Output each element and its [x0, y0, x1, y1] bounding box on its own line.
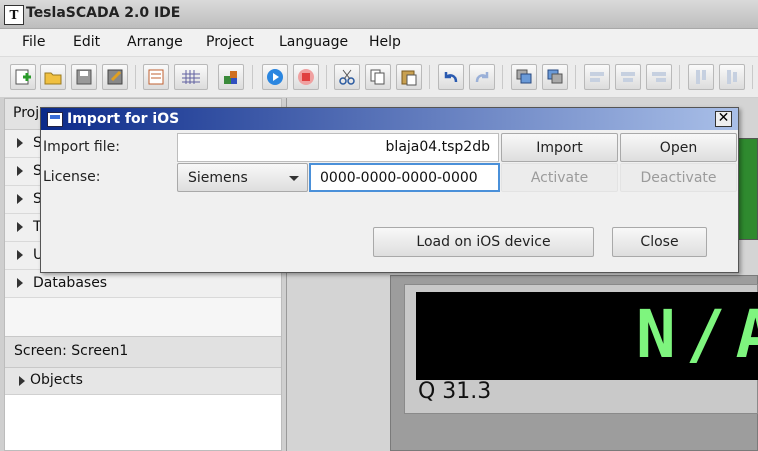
import-button[interactable]: Import — [501, 133, 618, 162]
align-middle-icon[interactable] — [719, 64, 745, 90]
import-ios-dialog: Import for iOS ✕ Import file: blaja04.ts… — [40, 107, 739, 273]
canvas-green-widget[interactable] — [738, 138, 758, 240]
new-icon[interactable] — [10, 64, 36, 90]
page-icon[interactable] — [143, 64, 169, 90]
screen-panel-header: Screen: Screen1 — [5, 336, 281, 368]
import-file-field[interactable]: blaja04.tsp2db — [177, 133, 499, 162]
tree-item-databases[interactable]: Databases — [5, 270, 281, 298]
menu-file[interactable]: File — [22, 34, 45, 50]
deactivate-button[interactable]: Deactivate — [620, 163, 737, 192]
activate-button[interactable]: Activate — [501, 163, 618, 192]
undo-icon[interactable] — [438, 64, 464, 90]
expand-arrow-icon[interactable] — [17, 194, 23, 204]
open-folder-icon[interactable] — [40, 64, 66, 90]
tree-item-objects[interactable]: Objects — [5, 368, 281, 395]
import-file-label: Import file: — [43, 139, 120, 155]
toolbar — [0, 57, 758, 98]
grid-icon[interactable] — [174, 64, 208, 90]
align-right-icon[interactable] — [646, 64, 672, 90]
expand-arrow-icon[interactable] — [17, 166, 23, 176]
window-icon — [47, 112, 63, 127]
run-icon[interactable] — [262, 64, 288, 90]
menu-help[interactable]: Help — [369, 34, 401, 50]
close-button[interactable]: Close — [612, 227, 707, 257]
align-left-icon[interactable] — [584, 64, 610, 90]
paste-icon[interactable] — [396, 64, 422, 90]
close-icon[interactable]: ✕ — [715, 111, 732, 127]
menu-arrange[interactable]: Arrange — [127, 34, 183, 50]
expand-arrow-icon[interactable] — [19, 376, 25, 386]
expand-arrow-icon[interactable] — [17, 250, 23, 260]
menu-edit[interactable]: Edit — [73, 34, 100, 50]
screen-panel-title: Screen: Screen1 — [14, 343, 129, 359]
stop-icon[interactable] — [293, 64, 319, 90]
display-label: Q 31.3 — [418, 379, 492, 404]
expand-arrow-icon[interactable] — [17, 278, 23, 288]
save-icon[interactable] — [71, 64, 97, 90]
align-center-icon[interactable] — [615, 64, 641, 90]
license-vendor-select[interactable]: Siemens — [177, 163, 308, 192]
license-key-input[interactable]: 0000-0000-0000-0000 — [309, 163, 500, 192]
bring-front-icon[interactable] — [511, 64, 537, 90]
expand-arrow-icon[interactable] — [17, 138, 23, 148]
display-value: N/A — [636, 296, 758, 373]
menu-language[interactable]: Language — [279, 34, 348, 50]
license-vendor-value: Siemens — [188, 170, 248, 186]
open-button[interactable]: Open — [620, 133, 737, 162]
objects-list — [5, 395, 281, 450]
cut-icon[interactable] — [334, 64, 360, 90]
save-as-icon[interactable] — [102, 64, 128, 90]
load-on-ios-button[interactable]: Load on iOS device — [373, 227, 594, 257]
app-title-bar: T TeslaSCADA 2.0 IDE — [0, 0, 758, 29]
export-icon[interactable] — [218, 64, 244, 90]
align-top-icon[interactable] — [688, 64, 714, 90]
menu-project[interactable]: Project — [206, 34, 254, 50]
license-label: License: — [43, 169, 101, 185]
project-panel-title: Proj — [13, 105, 40, 121]
dialog-title-bar[interactable]: Import for iOS ✕ — [41, 108, 738, 130]
menu-bar: File Edit Arrange Project Language Help — [0, 29, 758, 57]
send-back-icon[interactable] — [542, 64, 568, 90]
app-logo-icon: T — [4, 5, 24, 25]
dialog-title: Import for iOS — [67, 111, 180, 127]
copy-icon[interactable] — [365, 64, 391, 90]
redo-icon[interactable] — [469, 64, 495, 90]
expand-arrow-icon[interactable] — [17, 222, 23, 232]
app-title: TeslaSCADA 2.0 IDE — [26, 5, 181, 21]
chevron-down-icon[interactable] — [289, 176, 299, 181]
